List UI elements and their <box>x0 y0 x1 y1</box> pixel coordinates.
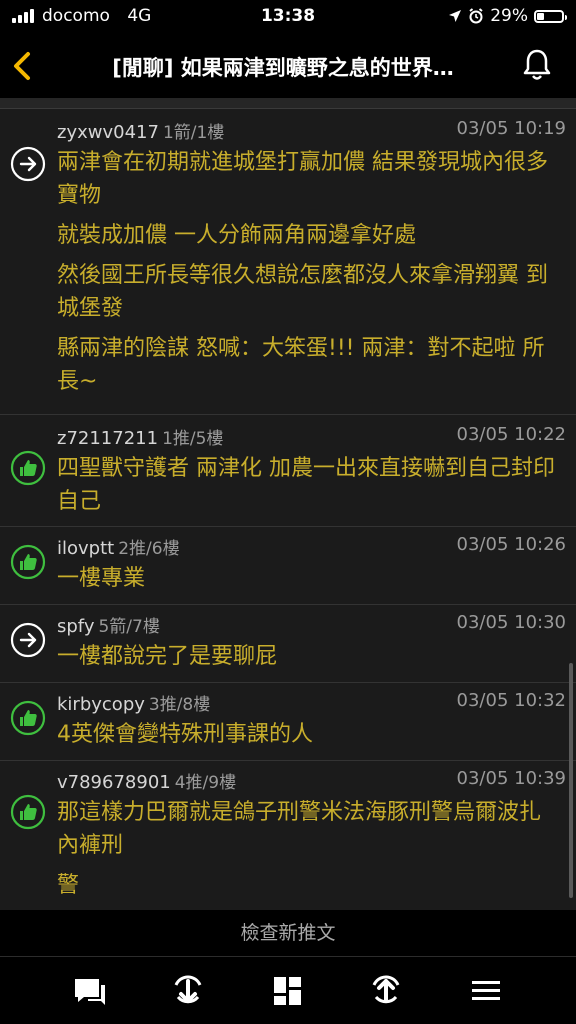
comment-time: 03/05 10:26 <box>456 534 566 555</box>
comment-meta: spfy 5箭/7樓 03/05 10:30 <box>57 612 566 638</box>
comment-body: 那這樣力巴爾就是鴿子刑警米法海豚刑警烏爾波扎內褲刑 警 <box>57 796 562 909</box>
comment-line: 那這樣力巴爾就是鴿子刑警米法海豚刑警烏爾波扎內褲刑 <box>57 800 542 858</box>
comment-score: 4推/9樓 <box>174 773 237 793</box>
refresh-button[interactable] <box>366 971 406 1011</box>
alarm-icon <box>469 8 483 24</box>
comment-meta: zyxwv0417 1箭/1樓 03/05 10:19 <box>57 118 566 144</box>
battery-tip <box>565 14 567 20</box>
arrow-right-icon <box>10 622 46 658</box>
comment-line: 一樓專業 <box>57 566 146 591</box>
comment-username[interactable]: kirbycopy <box>57 694 145 715</box>
scroll-down-button[interactable] <box>168 971 208 1011</box>
comment-meta: z72117211 1推/5樓 03/05 10:22 <box>57 424 566 450</box>
scrollbar[interactable] <box>569 663 573 898</box>
comment-item: spfy 5箭/7樓 03/05 10:30 一樓都說完了是要聊屁 <box>0 612 576 678</box>
thumbs-up-icon <box>10 700 46 736</box>
comment-item: v789678901 4推/9樓 03/05 10:39 那這樣力巴爾就是鴿子刑警… <box>0 768 576 908</box>
comment-time: 03/05 10:39 <box>456 768 566 789</box>
comment-username[interactable]: spfy <box>57 616 94 637</box>
comment-body: 四聖獸守護者 兩津化 加農一出來直接嚇到自己封印自己 <box>57 452 562 525</box>
check-new-comments-button[interactable]: 檢查新推文 <box>0 910 576 956</box>
comment-line: 一樓都說完了是要聊屁 <box>57 644 278 669</box>
thumbs-up-icon <box>10 450 46 486</box>
comment-line: 四聖獸守護者 兩津化 加農一出來直接嚇到自己封印自己 <box>57 456 555 514</box>
battery-fill <box>537 12 544 20</box>
comment-icon <box>75 979 105 1005</box>
screen: docomo 4G 13:38 29% [閒聊] 如果兩津到曠野之息的世界… z… <box>0 0 576 1024</box>
comment-time: 03/05 10:19 <box>456 118 566 139</box>
divider <box>0 526 576 527</box>
menu-icon <box>472 981 500 1000</box>
comment-score: 3推/8樓 <box>148 695 211 715</box>
arrow-right-icon <box>10 146 46 182</box>
divider <box>0 760 576 761</box>
comment-list[interactable]: zyxwv0417 1箭/1樓 03/05 10:19 兩津會在初期就進城堡打贏加… <box>0 98 576 910</box>
top-strip <box>0 98 576 109</box>
chevron-left-icon <box>14 52 30 80</box>
grid-button[interactable] <box>268 971 308 1011</box>
comment-time: 03/05 10:30 <box>456 612 566 633</box>
comment-score: 1推/5樓 <box>162 429 224 449</box>
comment-username[interactable]: v789678901 <box>57 772 171 793</box>
comment-score: 2推/6樓 <box>118 539 180 559</box>
divider <box>0 604 576 605</box>
comment-button[interactable] <box>70 971 110 1011</box>
battery-icon <box>534 9 567 23</box>
back-button[interactable] <box>8 46 40 86</box>
comment-meta: v789678901 4推/9樓 03/05 10:39 <box>57 768 566 794</box>
comment-line: 就裝成加儂 一人分飾兩角兩邊拿好處 <box>57 223 416 248</box>
grid-icon <box>274 977 301 1005</box>
battery-percent: 29% <box>490 6 528 26</box>
comment-username[interactable]: z72117211 <box>57 428 158 449</box>
comment-line: 然後國王所長等很久想說怎麼都沒人來拿滑翔翼 到城堡發 <box>57 263 548 321</box>
comment-score: 5箭/7樓 <box>98 617 160 637</box>
nav-bar: [閒聊] 如果兩津到曠野之息的世界… <box>0 34 576 98</box>
bell-icon <box>523 49 551 80</box>
comment-line: 4英傑會變特殊刑事課的人 <box>57 722 313 747</box>
comment-body: 4英傑會變特殊刑事課的人 <box>57 718 562 758</box>
bottom-toolbar <box>0 956 576 1024</box>
comment-username[interactable]: zyxwv0417 <box>57 122 159 143</box>
refresh-up-icon <box>372 975 400 1004</box>
comment-body: 兩津會在初期就進城堡打贏加儂 結果發現城內很多寶物 就裝成加儂 一人分飾兩角兩邊… <box>57 146 562 405</box>
location-icon <box>449 10 462 22</box>
comment-item: ilovptt 2推/6樓 03/05 10:26 一樓專業 <box>0 534 576 600</box>
divider <box>0 414 576 415</box>
comment-item: zyxwv0417 1箭/1樓 03/05 10:19 兩津會在初期就進城堡打贏加… <box>0 118 576 418</box>
comment-line: 警 <box>57 873 80 898</box>
comment-body: 一樓專業 <box>57 562 562 602</box>
comment-item: kirbycopy 3推/8樓 03/05 10:32 4英傑會變特殊刑事課的人 <box>0 690 576 756</box>
comment-score: 1箭/1樓 <box>162 123 225 143</box>
comment-line: 兩津會在初期就進城堡打贏加儂 結果發現城內很多寶物 <box>57 150 548 208</box>
comment-time: 03/05 10:32 <box>456 690 566 711</box>
menu-button[interactable] <box>466 971 506 1011</box>
thumbs-up-icon <box>10 544 46 580</box>
status-bar: docomo 4G 13:38 29% <box>0 0 576 34</box>
comment-item: z72117211 1推/5樓 03/05 10:22 四聖獸守護者 兩津化 加農… <box>0 424 576 520</box>
comment-meta: kirbycopy 3推/8樓 03/05 10:32 <box>57 690 566 716</box>
thumbs-up-icon <box>10 794 46 830</box>
notification-button[interactable] <box>522 48 552 82</box>
scroll-down-icon <box>174 975 202 1004</box>
status-right: 29% <box>448 6 567 26</box>
divider <box>0 682 576 683</box>
comment-username[interactable]: ilovptt <box>57 538 114 559</box>
page-title: [閒聊] 如果兩津到曠野之息的世界… <box>112 56 454 80</box>
comment-line: 縣兩津的陰謀 怒喊：大笨蛋!!! 兩津：對不起啦 所長~ <box>57 336 545 394</box>
comment-body: 一樓都說完了是要聊屁 <box>57 640 562 680</box>
comment-time: 03/05 10:22 <box>456 424 566 445</box>
comment-meta: ilovptt 2推/6樓 03/05 10:26 <box>57 534 566 560</box>
